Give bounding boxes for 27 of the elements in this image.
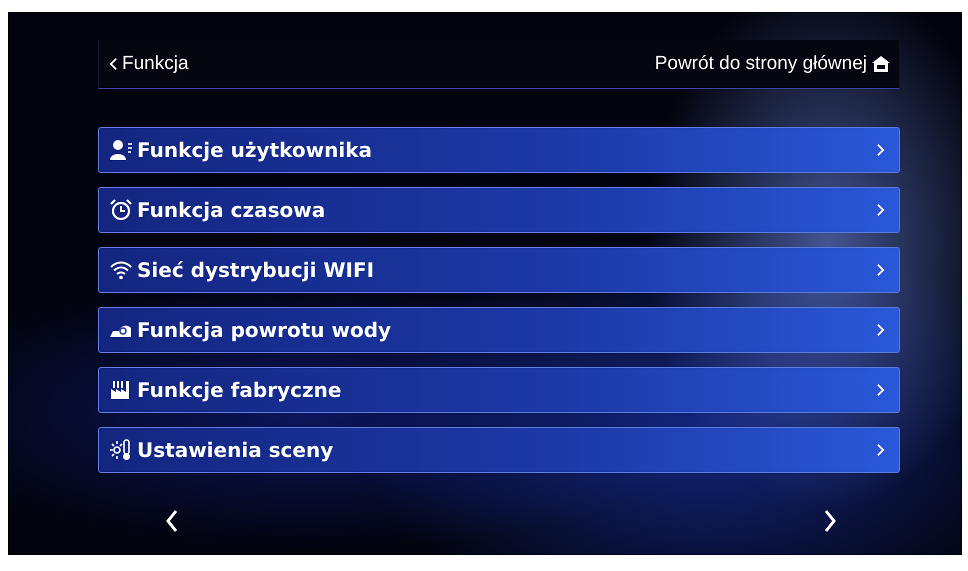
chevron-right-icon xyxy=(876,383,885,397)
menu-item-label: Funkcje użytkownika xyxy=(137,138,374,162)
chevron-right-icon xyxy=(876,203,885,217)
person-icon xyxy=(109,138,133,162)
back-label: Funkcja xyxy=(122,53,189,75)
menu-item-label: Ustawienia sceny xyxy=(137,438,334,462)
menu-item[interactable]: Ustawienia sceny xyxy=(98,427,900,473)
menu-item[interactable]: Funkcja czasowa xyxy=(98,187,900,233)
chevron-right-icon xyxy=(876,263,885,277)
chevron-right-icon xyxy=(876,443,885,457)
back-button[interactable]: Funkcja xyxy=(109,53,189,75)
chevron-right-icon xyxy=(876,323,885,337)
sun-thermometer-icon xyxy=(109,438,133,462)
menu-item-label: Funkcja powrotu wody xyxy=(137,318,392,342)
menu-item[interactable]: Funkcje użytkownika xyxy=(98,127,900,173)
chevron-left-icon xyxy=(165,509,179,533)
chevron-right-icon xyxy=(876,143,885,157)
menu-item-label: Funkcja czasowa xyxy=(137,198,326,222)
menu-item[interactable]: Sieć dystrybucji WIFI xyxy=(98,247,900,293)
menu-item[interactable]: Funkcja powrotu wody xyxy=(98,307,900,353)
chevron-right-icon xyxy=(823,509,837,533)
alarm-clock-icon xyxy=(109,198,133,222)
menu-item-label: Sieć dystrybucji WIFI xyxy=(137,258,376,282)
house-icon xyxy=(871,54,891,74)
menu-item[interactable]: Funkcje fabryczne xyxy=(98,367,900,413)
chevron-left-icon xyxy=(109,57,118,71)
menu-item-label: Funkcje fabryczne xyxy=(137,378,342,402)
